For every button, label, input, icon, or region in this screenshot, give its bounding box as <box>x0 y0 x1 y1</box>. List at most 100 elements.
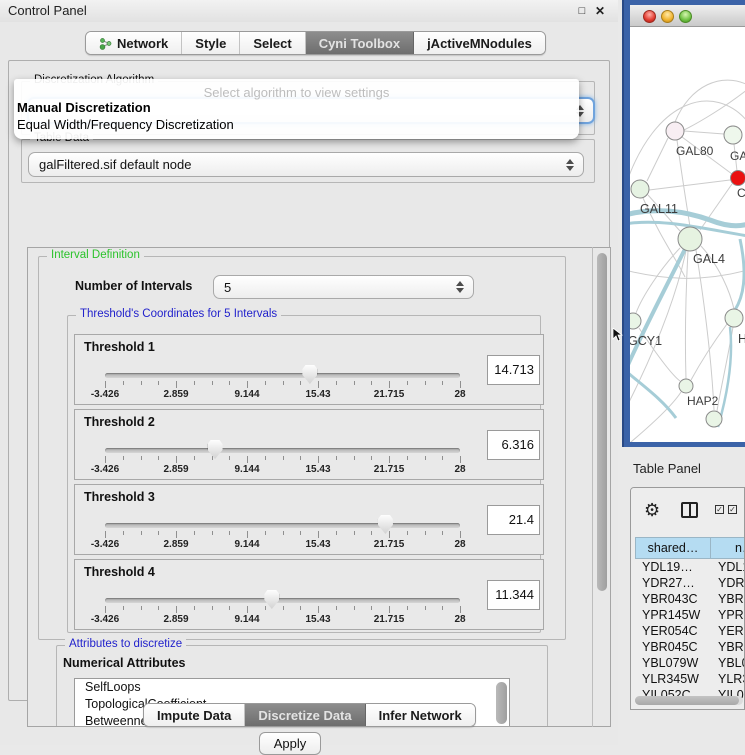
slider-tick <box>229 606 230 610</box>
scrollbar-thumb[interactable] <box>635 696 739 705</box>
slider-tick <box>247 381 248 388</box>
threshold-value-field[interactable]: 6.316 <box>487 430 540 460</box>
threshold-label: Threshold 2 <box>84 415 155 429</box>
slider-thumb[interactable] <box>302 365 317 384</box>
slider-tick <box>158 381 159 385</box>
slider-tick <box>212 456 213 460</box>
zoom-traffic-light-icon[interactable] <box>679 10 692 23</box>
network-node[interactable] <box>666 122 684 140</box>
table-data-combobox[interactable]: galFiltered.sif default node <box>28 152 584 177</box>
slider-track[interactable] <box>105 598 460 603</box>
table-row[interactable]: YBR043CYBR0 <box>635 591 745 607</box>
divider <box>592 247 593 727</box>
network-node[interactable] <box>631 180 649 198</box>
network-canvas[interactable]: GAL80GACGAL11GAL4GCY1HHAP2 <box>630 27 745 442</box>
slider-track[interactable] <box>105 448 460 453</box>
tab-select[interactable]: Select <box>240 32 305 54</box>
tab-style[interactable]: Style <box>182 32 240 54</box>
attributes-list-scrollbar[interactable] <box>496 682 507 724</box>
slider-tick <box>425 606 426 610</box>
slider-track[interactable] <box>105 523 460 528</box>
slider-tick <box>105 456 106 463</box>
dropdown-prompt-item[interactable]: Select algorithm to view settings <box>14 85 579 100</box>
network-edge[interactable] <box>684 89 745 130</box>
slider-tick <box>318 381 319 388</box>
tab-discretize-data[interactable]: Discretize Data <box>245 704 365 726</box>
close-icon[interactable]: ✕ <box>593 4 607 18</box>
network-edge[interactable] <box>691 324 727 380</box>
column-header[interactable]: shared… <box>635 537 711 559</box>
threshold-value-field[interactable]: 14.713 <box>487 355 540 385</box>
network-edge[interactable] <box>685 251 688 379</box>
slider-tick <box>105 531 106 538</box>
network-node[interactable] <box>725 309 743 327</box>
network-node[interactable] <box>731 171 745 186</box>
minimize-traffic-light-icon[interactable] <box>661 10 674 23</box>
mouse-cursor <box>612 328 624 342</box>
tab-cyni-toolbox[interactable]: Cyni Toolbox <box>306 32 414 54</box>
slider-thumb[interactable] <box>208 440 223 459</box>
num-intervals-combobox[interactable]: 5 <box>213 275 474 299</box>
split-view-icon[interactable] <box>681 502 698 518</box>
slider-tick <box>442 531 443 535</box>
table-cell: YER0 <box>711 623 745 639</box>
network-edge[interactable] <box>684 131 724 134</box>
network-node[interactable] <box>678 227 702 251</box>
axis-tick-label: 9.144 <box>234 539 259 550</box>
gear-icon[interactable]: ⚙ <box>644 501 660 519</box>
slider-tick <box>141 531 142 535</box>
axis-tick-label: 9.144 <box>234 389 259 400</box>
table-cell: YBR043C <box>635 591 711 607</box>
tab-label: Discretize Data <box>258 708 351 723</box>
network-window-titlebar[interactable] <box>630 5 745 27</box>
network-edge-highlighted[interactable] <box>735 239 744 310</box>
network-node[interactable] <box>679 379 693 393</box>
table-row[interactable]: YER054CYER0 <box>635 623 745 639</box>
tab-impute-data[interactable]: Impute Data <box>144 704 245 726</box>
column-header[interactable]: n… <box>711 537 745 559</box>
tab-jactivemnodules[interactable]: jActiveMNodules <box>414 32 545 54</box>
slider-tick <box>460 381 461 388</box>
threshold-value-field[interactable]: 21.4 <box>487 505 540 535</box>
table-row[interactable]: YBR045CYBR0 <box>635 639 745 655</box>
list-item[interactable]: SelfLoops <box>75 679 509 696</box>
network-edge-highlighted[interactable] <box>630 372 676 418</box>
close-traffic-light-icon[interactable] <box>643 10 656 23</box>
checkbox-icon[interactable]: ✓ <box>728 505 737 514</box>
slider-tick <box>247 456 248 463</box>
axis-tick-label: 21.715 <box>374 539 405 550</box>
slider-tick <box>407 606 408 610</box>
table-row[interactable]: YLR345WYLR3 <box>635 671 745 687</box>
threshold-value-field[interactable]: 11.344 <box>487 580 540 610</box>
threshold-panel: Threshold 3-3.4262.8599.14415.4321.71528… <box>74 484 544 555</box>
num-intervals-label: Number of Intervals <box>75 279 192 293</box>
table-row[interactable]: YPR145WYPR1 <box>635 607 745 623</box>
network-node[interactable] <box>706 411 722 427</box>
network-edge-highlighted[interactable] <box>718 327 731 427</box>
network-edge[interactable] <box>649 180 730 190</box>
slider-thumb[interactable] <box>264 590 279 609</box>
slider-tick <box>425 531 426 535</box>
axis-tick-label: 15.43 <box>305 614 330 625</box>
float-window-icon[interactable]: □ <box>575 4 589 18</box>
checkbox-icon[interactable]: ✓ <box>715 505 724 514</box>
dropdown-item[interactable]: Equal Width/Frequency Discretization <box>17 117 234 132</box>
tab-infer-network[interactable]: Infer Network <box>366 704 475 726</box>
table-row[interactable]: YBL079WYBL0 <box>635 655 745 671</box>
network-node[interactable] <box>724 126 742 144</box>
network-edge[interactable] <box>647 138 668 181</box>
network-node[interactable] <box>630 313 641 329</box>
slider-tick <box>283 531 284 535</box>
slider-thumb[interactable] <box>378 515 393 534</box>
table-horizontal-scrollbar[interactable] <box>635 696 743 705</box>
dropdown-item[interactable]: Manual Discretization <box>17 100 151 115</box>
table-row[interactable]: YDL19…YDL1 <box>635 559 745 575</box>
network-edge[interactable] <box>696 250 714 410</box>
table-row[interactable]: YDR27…YDR2 <box>635 575 745 591</box>
settings-scrollbar[interactable] <box>597 253 607 591</box>
network-edge[interactable] <box>630 392 681 442</box>
apply-button[interactable]: Apply <box>259 732 321 755</box>
slider-tick <box>318 456 319 463</box>
tab-network[interactable]: Network <box>86 32 182 54</box>
slider-track[interactable] <box>105 373 460 378</box>
